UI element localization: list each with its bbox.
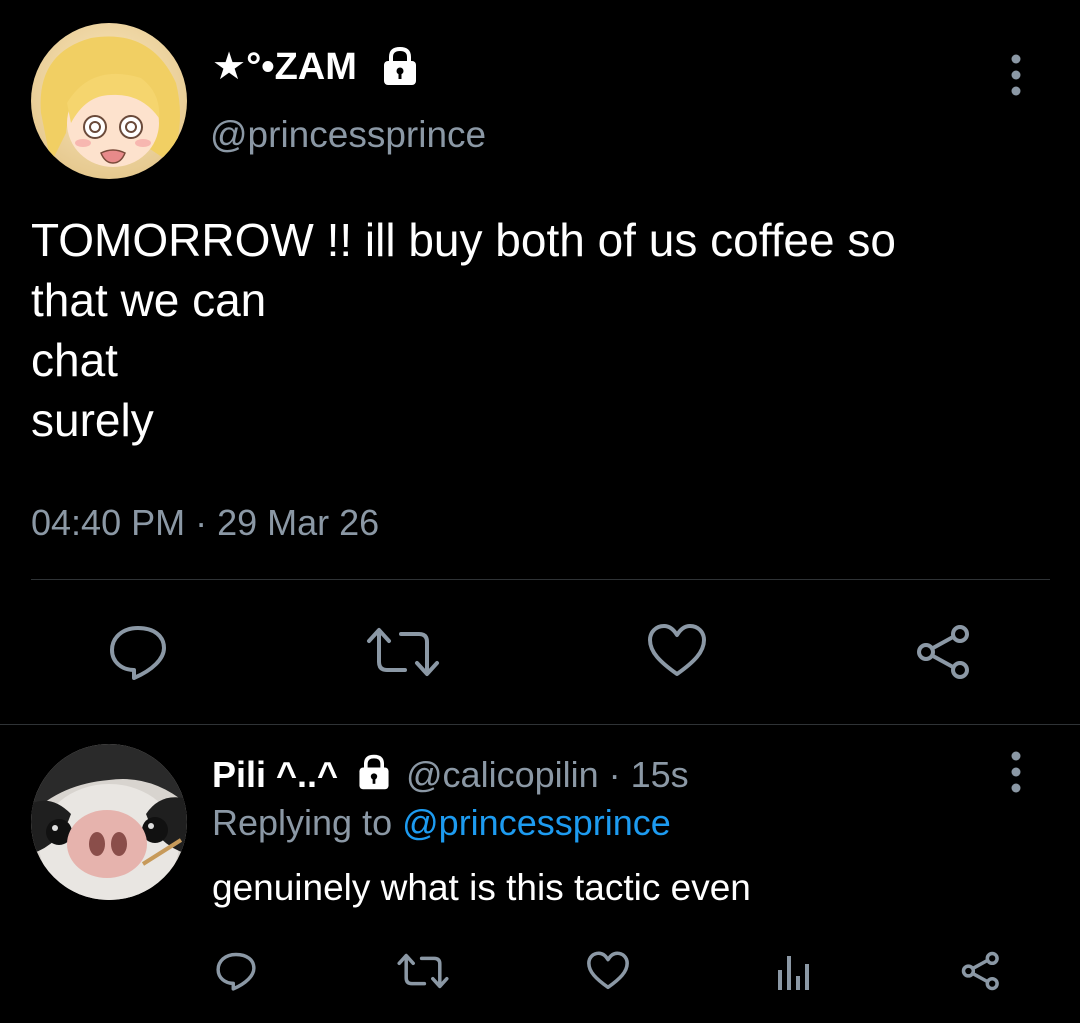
lock-icon: [354, 752, 394, 792]
handle-and-time[interactable]: @calicopilin · 15s: [406, 753, 689, 797]
display-name[interactable]: ★°•ZAM: [212, 44, 357, 90]
tweet-text: TOMORROW !! ill buy both of us coffee so…: [31, 214, 896, 446]
like-icon[interactable]: [646, 622, 708, 680]
reply-icon[interactable]: [214, 950, 258, 992]
divider: [0, 724, 1080, 725]
divider: [31, 579, 1050, 580]
lock-icon: [378, 44, 422, 88]
replying-to-handle-link[interactable]: @princessprince: [402, 802, 671, 843]
like-icon[interactable]: [586, 950, 630, 992]
tweet-timestamp[interactable]: 04:40 PM · 29 Mar 26: [31, 500, 379, 546]
handle[interactable]: @princessprince: [210, 112, 486, 158]
more-options-icon[interactable]: [1006, 53, 1026, 97]
reply-icon[interactable]: [106, 622, 170, 682]
retweet-icon[interactable]: [365, 622, 441, 682]
retweet-icon[interactable]: [396, 950, 450, 992]
avatar[interactable]: [31, 23, 187, 179]
share-icon[interactable]: [960, 950, 1002, 992]
stats-icon[interactable]: [770, 950, 814, 992]
avatar[interactable]: [31, 744, 187, 900]
replying-to-label: Replying to: [212, 802, 393, 843]
display-name[interactable]: Pili ^..^: [212, 753, 338, 797]
share-icon[interactable]: [914, 622, 974, 682]
more-options-icon[interactable]: [1006, 750, 1026, 794]
tweet-text: genuinely what is this tactic even: [212, 867, 751, 908]
replying-to: Replying to @princessprince: [212, 801, 671, 845]
